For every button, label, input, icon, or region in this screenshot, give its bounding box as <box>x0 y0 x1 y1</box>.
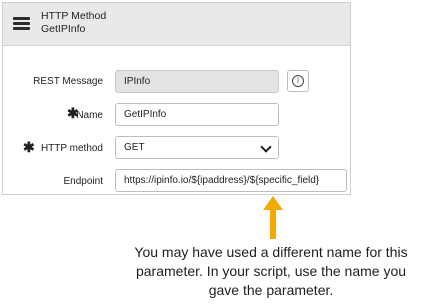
chevron-down-icon <box>260 141 272 153</box>
form-title: HTTP Method GetIPInfo <box>41 10 106 35</box>
endpoint-value: https://ipinfo.io/${ipaddress}/${specifi… <box>124 175 320 186</box>
endpoint-label: Endpoint <box>63 176 103 187</box>
http-method-value: GET <box>124 142 145 153</box>
endpoint-input[interactable]: https://ipinfo.io/${ipaddress}/${specifi… <box>115 169 347 192</box>
caption-line: parameter. In your script, use the name … <box>135 263 407 279</box>
info-icon: i <box>292 75 304 87</box>
record-type-label: HTTP Method <box>41 10 107 22</box>
rest-message-label: REST Message <box>33 76 103 87</box>
record-name-label: GetIPInfo <box>41 22 86 35</box>
form-header: HTTP Method GetIPInfo <box>3 3 350 46</box>
hamburger-menu-icon[interactable] <box>13 17 30 31</box>
caption-line: gave the parameter. <box>208 282 334 298</box>
caption-line: You may have used a different name for t… <box>134 244 408 260</box>
http-method-form-panel: HTTP Method GetIPInfo REST Message IPInf… <box>2 2 351 195</box>
name-input-value: GetIPInfo <box>124 109 167 120</box>
annotation-caption: You may have used a different name for t… <box>100 243 442 300</box>
rest-message-field: IPInfo <box>115 70 279 93</box>
rest-message-value: IPInfo <box>124 76 151 87</box>
http-method-label: HTTP method <box>40 143 103 154</box>
http-method-select[interactable]: GET <box>115 136 279 159</box>
arrow-up-icon <box>263 196 283 239</box>
info-button[interactable]: i <box>287 70 309 92</box>
name-input[interactable]: GetIPInfo <box>115 103 279 126</box>
name-label: Name <box>76 110 103 121</box>
